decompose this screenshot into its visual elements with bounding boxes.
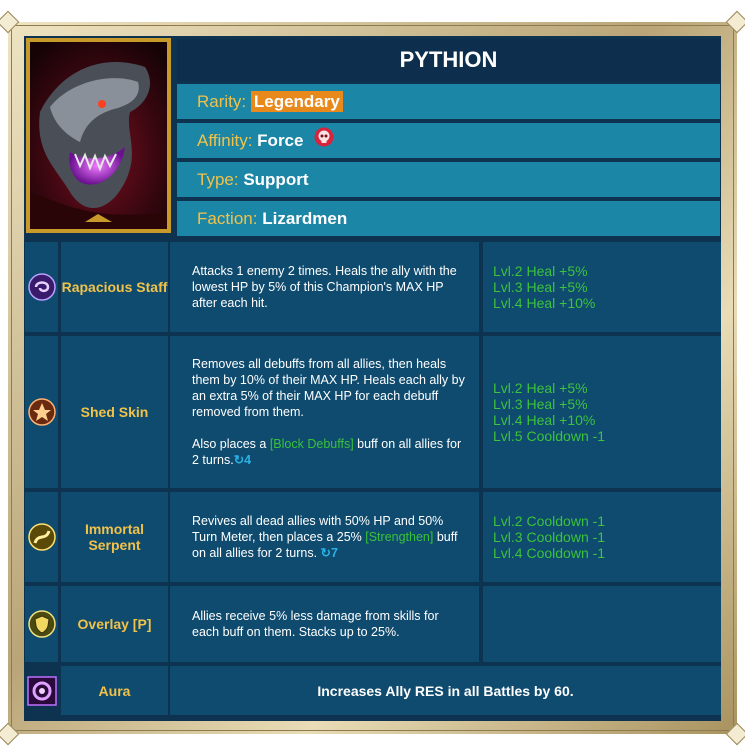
skill-description: Allies receive 5% less damage from skill… <box>170 586 479 662</box>
skill-description: Revives all dead allies with 50% HP and … <box>170 492 479 582</box>
book-upgrade-line: Lvl.4 Heal +10% <box>493 412 596 428</box>
skill-description: Removes all debuffs from all allies, the… <box>170 336 479 488</box>
skill-description-text: Allies receive 5% less damage from skill… <box>192 609 439 639</box>
skill-name: Rapacious Staff <box>61 242 168 332</box>
frame-corner-ornament <box>0 722 20 746</box>
aura-description: Increases Ally RES in all Battles by 60. <box>170 666 721 715</box>
rarity-value: Legendary <box>250 91 343 112</box>
skill-name: Immortal Serpent <box>61 492 168 582</box>
rarity-row: Rarity: Legendary <box>177 84 720 119</box>
affinity-row: Affinity: Force <box>177 123 720 158</box>
book-upgrade-line: Lvl.3 Heal +5% <box>493 279 588 295</box>
shield-skill-icon <box>27 610 56 638</box>
strengthen-buff-link[interactable]: [Strengthen] <box>365 530 433 544</box>
affinity-value: Force <box>257 131 304 150</box>
skill-book-upgrades: Lvl.2 Heal +5% Lvl.3 Heal +5% Lvl.4 Heal… <box>483 242 721 332</box>
frame-corner-ornament <box>0 10 20 34</box>
skill-icon-cell <box>25 492 58 582</box>
book-upgrade-line: Lvl.3 Cooldown -1 <box>493 529 606 545</box>
aura-name: Aura <box>61 666 168 715</box>
book-upgrade-line: Lvl.5 Cooldown -1 <box>493 428 606 444</box>
champion-card: PYTHION Rarity: Legendary Affinity: Forc… <box>24 36 721 721</box>
force-affinity-icon <box>314 124 334 159</box>
skill-book-upgrades: Lvl.2 Cooldown -1 Lvl.3 Cooldown -1 Lvl.… <box>483 492 721 582</box>
shed-skin-icon <box>27 398 56 426</box>
frame-corner-ornament <box>725 722 745 746</box>
aura-icon-cell <box>25 666 58 715</box>
champion-portrait <box>26 38 171 233</box>
aura-icon <box>26 675 57 706</box>
faction-row: Faction: Lizardmen <box>177 201 720 236</box>
book-upgrade-line: Lvl.4 Cooldown -1 <box>493 545 606 561</box>
skill-name: Overlay [P] <box>61 586 168 662</box>
skill-description-text: Removes all debuffs from all allies, the… <box>192 357 465 419</box>
book-upgrade-line: Lvl.2 Cooldown -1 <box>493 513 606 529</box>
skill-icon-cell <box>25 586 58 662</box>
skill-description-text: Also places a <box>192 437 270 451</box>
skill-description-text: Attacks 1 enemy 2 times. Heals the ally … <box>192 264 457 310</box>
faction-value: Lizardmen <box>262 209 348 228</box>
cooldown-icon: ↻ <box>320 546 332 560</box>
skill-icon-cell <box>25 242 58 332</box>
dragon-portrait-image <box>30 42 167 229</box>
faction-label: Faction: <box>197 209 258 228</box>
skill-book-upgrades: Lvl.2 Heal +5% Lvl.3 Heal +5% Lvl.4 Heal… <box>483 336 721 488</box>
skill-icon-cell <box>25 336 58 488</box>
rarity-label: Rarity: <box>197 92 247 111</box>
book-upgrade-line: Lvl.4 Heal +10% <box>493 295 596 311</box>
cooldown-value: 7 <box>331 546 338 560</box>
champion-name: PYTHION <box>177 39 720 81</box>
skill-description-extra: Revives all dead allies with 50% HP and … <box>192 513 469 561</box>
cooldown-icon: ↻ <box>233 453 245 467</box>
book-upgrade-line: Lvl.3 Heal +5% <box>493 396 588 412</box>
type-value: Support <box>243 170 309 189</box>
skill-description: Attacks 1 enemy 2 times. Heals the ally … <box>170 242 479 332</box>
card-frame: PYTHION Rarity: Legendary Affinity: Forc… <box>0 10 745 746</box>
block-debuffs-buff-link[interactable]: [Block Debuffs] <box>270 437 354 451</box>
swirl-skill-icon <box>27 273 56 301</box>
affinity-label: Affinity: <box>197 131 253 150</box>
book-upgrade-line: Lvl.2 Heal +5% <box>493 380 588 396</box>
book-upgrade-line: Lvl.2 Heal +5% <box>493 263 588 279</box>
cooldown-value: 4 <box>244 453 252 467</box>
serpent-skill-icon <box>27 523 56 551</box>
skill-description-extra: Also places a [Block Debuffs] buff on al… <box>192 436 469 468</box>
skill-book-upgrades <box>483 586 721 662</box>
frame-corner-ornament <box>725 10 745 34</box>
type-row: Type: Support <box>177 162 720 197</box>
type-label: Type: <box>197 170 239 189</box>
skill-name: Shed Skin <box>61 336 168 488</box>
